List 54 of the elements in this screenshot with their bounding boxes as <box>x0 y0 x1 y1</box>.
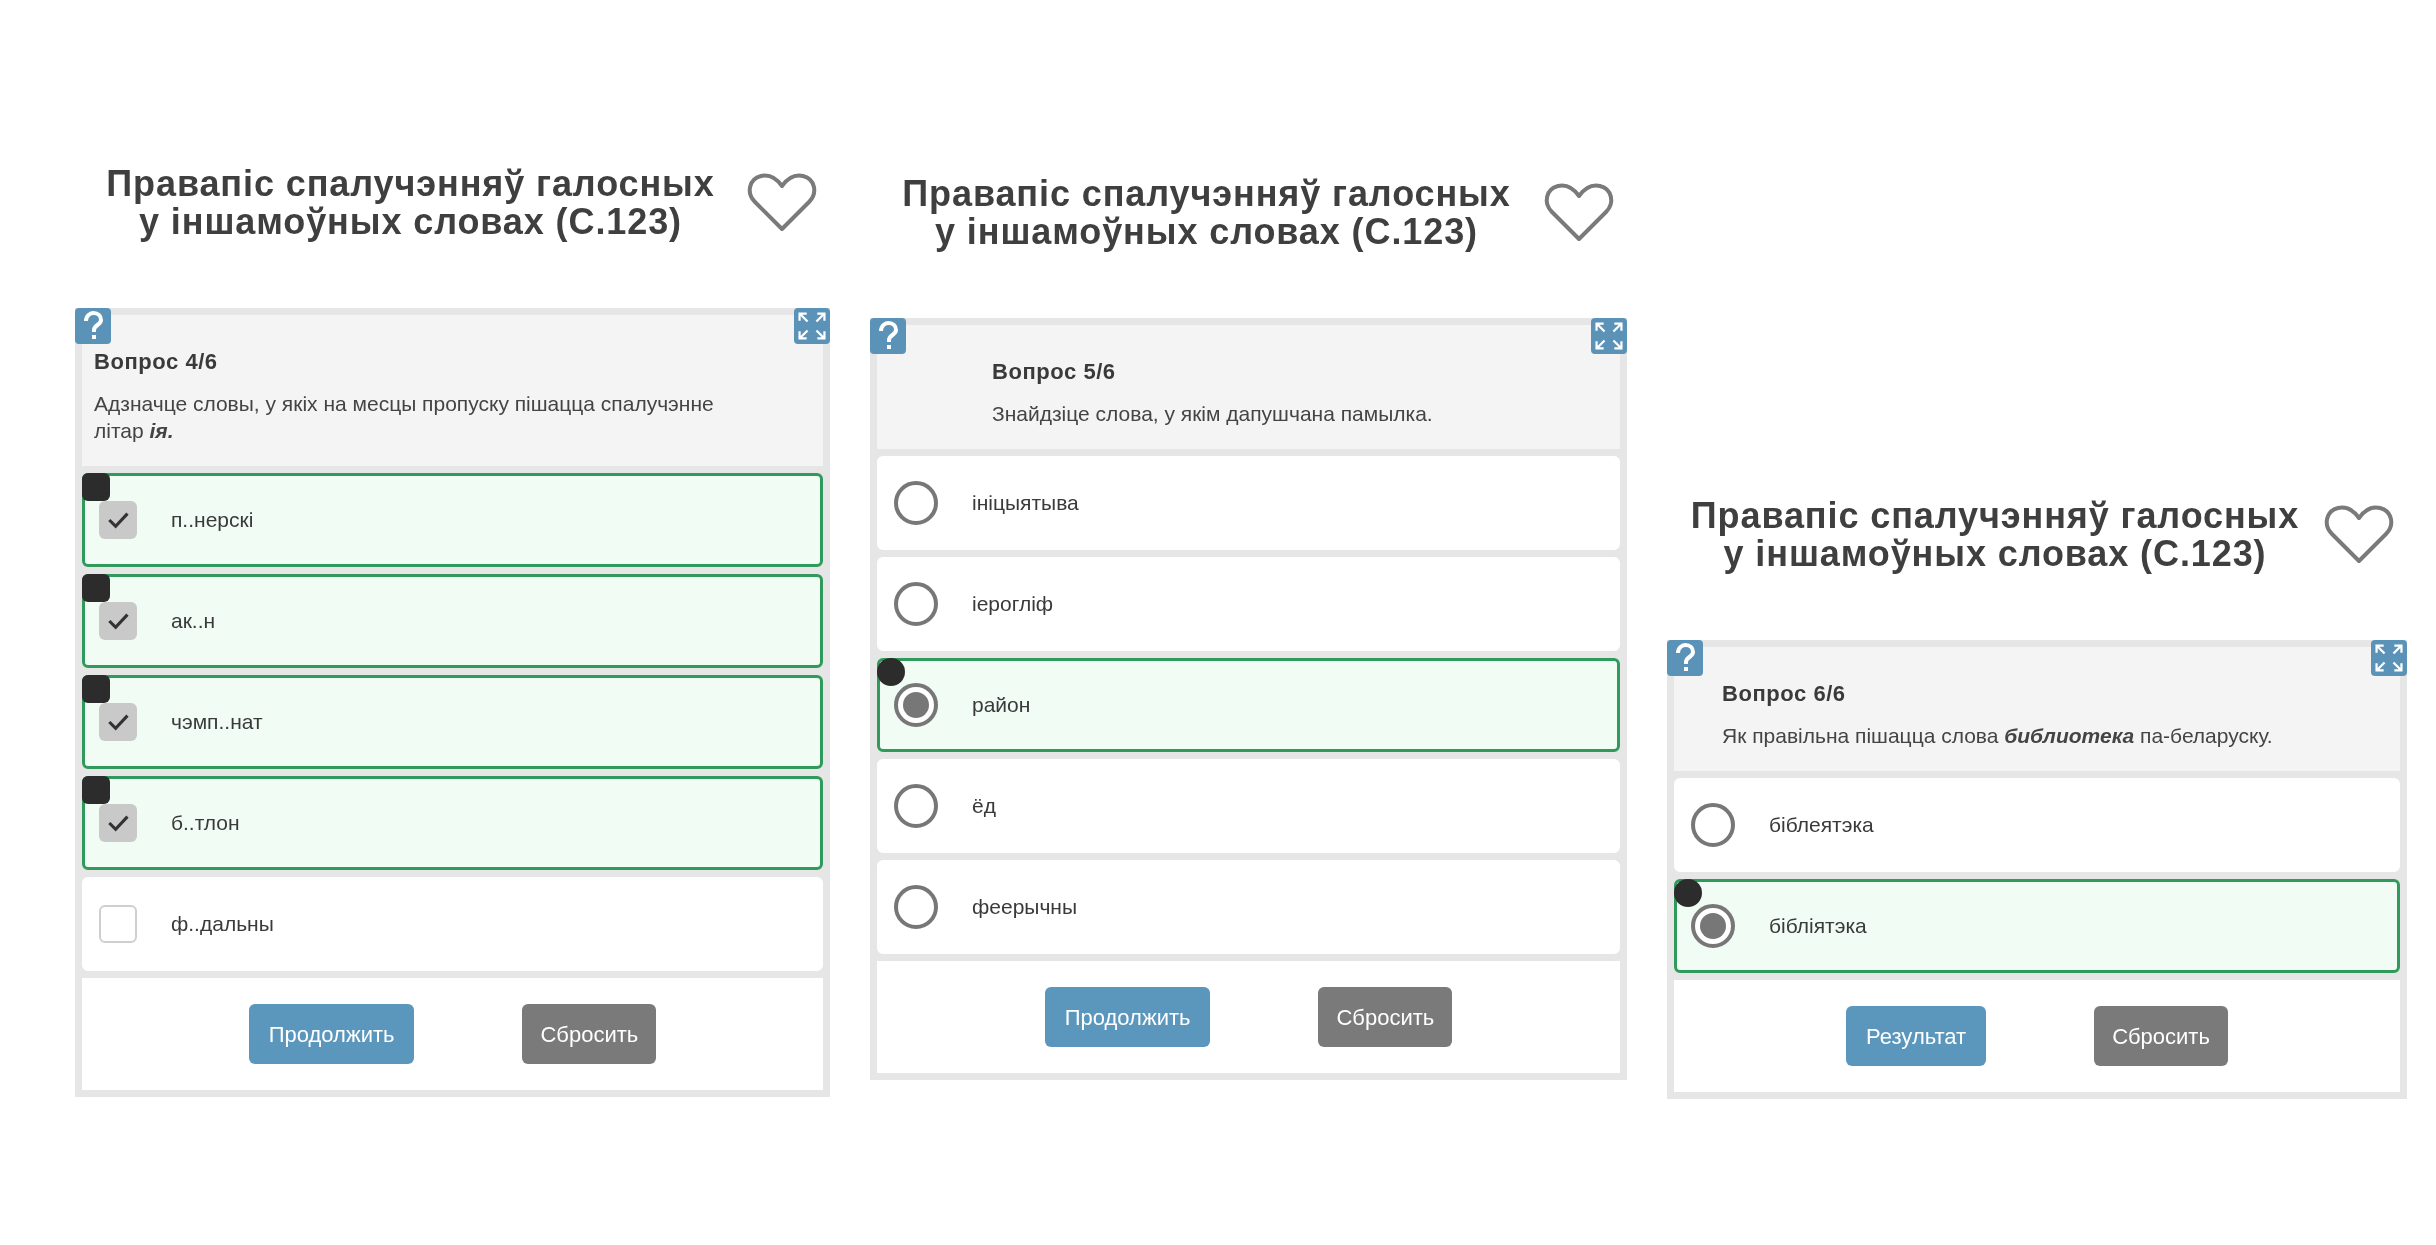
option-label: іерогліф <box>972 591 1054 618</box>
checkbox[interactable] <box>99 905 137 943</box>
answer-option[interactable]: бiблеятэка <box>1674 778 2400 872</box>
option-label: п..нерскі <box>171 507 254 534</box>
option-label: б..тлон <box>171 810 240 837</box>
answer-option[interactable]: феерычны <box>877 860 1620 954</box>
question-text: Знайдзіце слова, у якім дапушчана памылка. <box>992 401 1434 427</box>
radio-button[interactable] <box>894 784 938 828</box>
question-number: Вопрос 4/6 <box>94 348 219 376</box>
expand-button[interactable] <box>794 308 830 344</box>
question-number: Вопрос 6/6 <box>1722 680 1847 708</box>
answer-option[interactable]: п..нерскі <box>82 473 823 567</box>
option-label: ф..дальны <box>171 911 274 938</box>
help-button[interactable] <box>870 318 906 354</box>
answer-option[interactable]: бібліятэка <box>1674 879 2400 973</box>
checkbox[interactable] <box>99 804 137 842</box>
answer-option[interactable]: б..тлон <box>82 776 823 870</box>
question-number: Вопрос 5/6 <box>992 358 1117 386</box>
reset-button[interactable]: Сбросить <box>522 1004 657 1064</box>
reset-button[interactable]: Сбросить <box>2094 1006 2228 1066</box>
checkbox[interactable] <box>99 501 137 539</box>
option-label: бiблеятэка <box>1769 812 1874 839</box>
answer-option[interactable]: чэмп..нат <box>82 675 823 769</box>
option-label: ёд <box>972 793 996 820</box>
option-label: ініцыятыва <box>972 490 1079 517</box>
expand-button[interactable] <box>2371 640 2407 676</box>
option-label: феерычны <box>972 894 1078 921</box>
answer-option[interactable]: район <box>877 658 1620 752</box>
expand-button[interactable] <box>1591 318 1627 354</box>
checkbox[interactable] <box>99 602 137 640</box>
question-text: Як правільна пішацца слова библиотека па-беларуску. <box>1722 723 2274 749</box>
answer-option[interactable]: ф..дальны <box>82 877 823 971</box>
radio-button[interactable] <box>894 683 938 727</box>
radio-button[interactable] <box>894 481 938 525</box>
checkbox[interactable] <box>99 703 137 741</box>
reset-button[interactable]: Сбросить <box>1318 987 1453 1047</box>
help-button[interactable] <box>75 308 111 344</box>
answer-option[interactable]: іерогліф <box>877 557 1620 651</box>
page-title: Правапіс спалучэнняў галосных у іншамоўных словах (С.123) <box>1689 497 2301 573</box>
answer-option[interactable]: ак..н <box>82 574 823 668</box>
option-label: ак..н <box>171 608 216 635</box>
radio-button[interactable] <box>894 582 938 626</box>
option-label: бібліятэка <box>1769 913 1867 940</box>
answer-option[interactable]: ініцыятыва <box>877 456 1620 550</box>
radio-button[interactable] <box>894 885 938 929</box>
radio-button[interactable] <box>1691 904 1735 948</box>
page-title: Правапіс спалучэнняў галосных у іншамоўных словах (С.123) <box>105 165 716 241</box>
question-text: Адзначце словы, у якіх на месцы пропуску пішацца спалучэнне літар ія. <box>94 391 715 444</box>
page-title: Правапіс спалучэнняў галосных у іншамоўных словах (С.123) <box>901 175 1512 251</box>
option-label: чэмп..нат <box>171 709 263 736</box>
option-label: район <box>972 692 1031 719</box>
help-button[interactable] <box>1667 640 1703 676</box>
answer-option[interactable]: ёд <box>877 759 1620 853</box>
radio-button[interactable] <box>1691 803 1735 847</box>
